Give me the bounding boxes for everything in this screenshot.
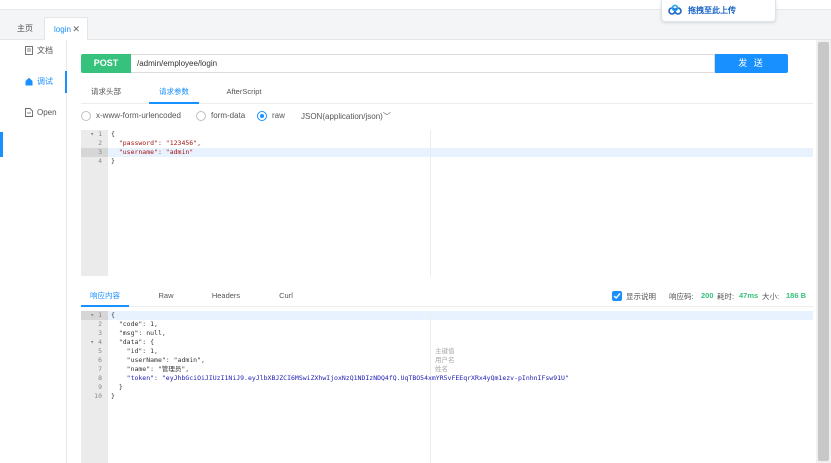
status-code-value: 200: [701, 291, 714, 300]
radio-form-data[interactable]: [196, 111, 206, 121]
code-line: "password": "123456",: [111, 139, 202, 147]
upload-dropzone[interactable]: 拖拽至此上传: [661, 0, 776, 22]
tab-home[interactable]: 主页: [10, 17, 40, 40]
line-number: 2: [98, 320, 102, 328]
active-line-highlight: [108, 148, 813, 157]
line-number: 10: [94, 392, 102, 400]
code-line: "name": "管理员",: [111, 365, 190, 373]
field-description: 主键值: [435, 347, 455, 355]
code-line: "id": 1,: [111, 347, 158, 355]
code-line: }: [111, 157, 115, 165]
show-description-label: 显示说明: [626, 292, 656, 301]
radio-urlencoded-label: x-www-form-urlencoded: [96, 111, 181, 120]
code-line: "token": "eyJhbGciOiJIUzI1NiJ9.eyJlbXBJZ…: [111, 374, 569, 382]
check-icon: [613, 293, 621, 300]
tab-login[interactable]: login ✕: [44, 17, 88, 40]
show-description-checkbox[interactable]: [612, 291, 622, 301]
tab-response-raw[interactable]: Raw: [149, 287, 183, 307]
line-number: 8: [98, 374, 102, 382]
chevron-down-icon: ﹀: [382, 112, 391, 121]
url-input[interactable]: /admin/employee/login: [131, 54, 715, 73]
field-description: 用户名: [435, 356, 455, 364]
line-number: ▾ 1: [90, 130, 102, 138]
time-label: 耗时:: [717, 292, 735, 301]
line-number: 7: [98, 365, 102, 373]
line-number: 4: [98, 157, 102, 165]
tab-request-params[interactable]: 请求参数: [149, 82, 199, 104]
baidu-cloud-icon: [668, 4, 682, 15]
code-line: }: [111, 392, 115, 400]
content-type-label: JSON(application/json): [301, 112, 383, 121]
request-tabs: 请求头部 请求参数 AfterScript: [81, 82, 813, 104]
document-icon: [25, 46, 33, 55]
sidebar: 文档 调试 Open: [0, 40, 67, 463]
tab-afterscript[interactable]: AfterScript: [219, 82, 269, 104]
fold-icon[interactable]: ▾: [90, 338, 98, 346]
sidebar-item-label: Open: [37, 108, 57, 117]
request-body-editor[interactable]: ▾ 1 2 3 4 { "password": "123456", "usern…: [81, 130, 813, 276]
print-margin: [430, 130, 431, 276]
fold-icon[interactable]: ▾: [90, 130, 98, 138]
method-select[interactable]: POST: [81, 54, 131, 73]
sidebar-item-label: 文档: [37, 46, 53, 55]
page-scrollbar[interactable]: [816, 40, 831, 463]
tab-request-headers[interactable]: 请求头部: [81, 82, 131, 104]
code-line: "data": {: [111, 338, 155, 346]
response-body-editor[interactable]: ▾ 1 2 3 ▾ 4 5 6 7 8 9 10 { "code": 1, "m…: [81, 311, 813, 463]
close-icon[interactable]: ✕: [72, 18, 80, 41]
active-line-highlight: [108, 311, 813, 320]
line-number: 9: [98, 383, 102, 391]
time-value: 47ms: [739, 291, 759, 300]
radio-form-data-label: form-data: [211, 111, 246, 120]
content-type-select[interactable]: JSON(application/json)﹀: [301, 111, 391, 122]
body-type-group: x-www-form-urlencoded form-data raw JSON…: [81, 110, 411, 124]
tab-response-content[interactable]: 响应内容: [81, 287, 129, 307]
line-number: 2: [98, 139, 102, 147]
radio-raw[interactable]: [257, 111, 267, 121]
tab-login-label: login: [54, 25, 71, 34]
tab-response-curl[interactable]: Curl: [273, 287, 299, 307]
field-description: 姓名: [435, 365, 448, 373]
print-margin: [430, 311, 431, 463]
scrollbar-thumb[interactable]: [818, 42, 829, 461]
home-icon: [25, 77, 33, 86]
file-icon: [25, 108, 33, 117]
fold-icon[interactable]: ▾: [90, 311, 98, 319]
line-number: ▾ 1: [90, 311, 102, 319]
size-value: 186 B: [786, 291, 807, 300]
radio-raw-label: raw: [272, 111, 285, 120]
send-button[interactable]: 发 送: [715, 54, 788, 73]
radio-urlencoded[interactable]: [81, 111, 91, 121]
line-number: 5: [98, 347, 102, 355]
line-number: 6: [98, 356, 102, 364]
sidebar-item-open[interactable]: Open: [0, 102, 67, 124]
sidebar-item-label: 调试: [37, 77, 53, 86]
code-line: }: [111, 383, 123, 391]
size-label: 大小:: [762, 292, 780, 301]
code-line: "code": 1,: [111, 320, 158, 328]
sidebar-item-debug[interactable]: 调试: [0, 71, 67, 93]
code-line: "userName": "admin",: [111, 356, 205, 364]
line-number: 3: [98, 148, 102, 156]
code-line: {: [111, 130, 115, 138]
left-accent-bar: [0, 132, 3, 157]
line-number: 3: [98, 329, 102, 337]
code-line: {: [111, 311, 115, 319]
line-number: ▾ 4: [90, 338, 102, 346]
upload-label: 拖拽至此上传: [688, 6, 736, 15]
sidebar-item-docs[interactable]: 文档: [0, 40, 67, 62]
tab-response-headers[interactable]: Headers: [205, 287, 247, 307]
status-code-label: 响应码:: [669, 292, 694, 301]
code-line: "username": "admin": [111, 148, 194, 156]
code-line: "msg": null,: [111, 329, 166, 337]
